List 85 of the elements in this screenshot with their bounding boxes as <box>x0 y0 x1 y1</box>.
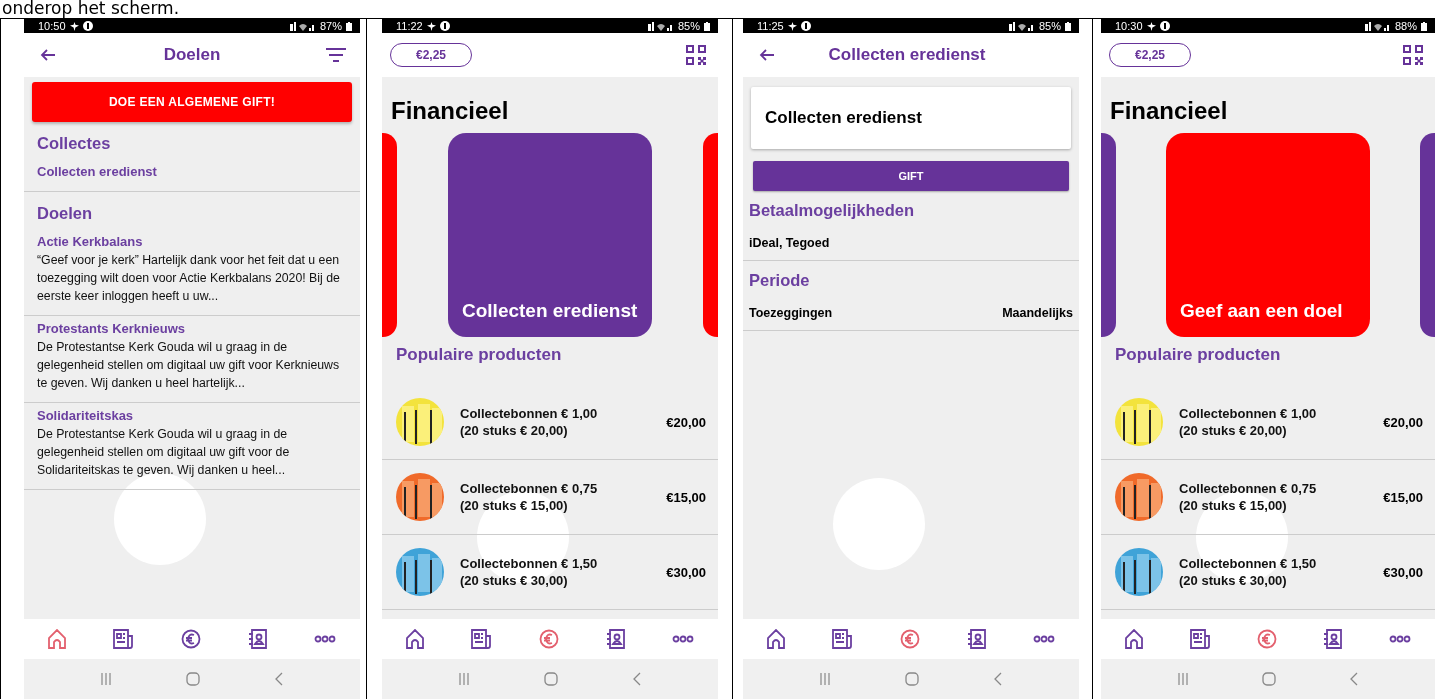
product-price: €15,00 <box>666 489 706 505</box>
notification-icon <box>787 21 797 31</box>
back-icon[interactable] <box>632 672 641 686</box>
goal-title[interactable]: Protestants Kerknieuws <box>37 321 347 336</box>
status-time: 10:50 <box>38 20 66 32</box>
section-heading: Populaire producten <box>395 344 563 366</box>
balance-button[interactable]: €2,25 <box>390 43 472 67</box>
notification-icon <box>1146 21 1156 31</box>
signal-icon <box>647 21 674 31</box>
home-icon[interactable] <box>905 672 919 686</box>
home-icon[interactable] <box>1262 672 1276 686</box>
qr-code-icon[interactable] <box>686 45 706 65</box>
battery-icon <box>1421 21 1427 31</box>
general-gift-button[interactable]: DOE EEN ALGEMENE GIFT! <box>32 82 352 122</box>
status-time: 10:30 <box>1115 20 1143 32</box>
product-detail: (20 stuks € 20,00) <box>460 422 569 439</box>
back-icon[interactable] <box>1350 672 1358 686</box>
section-heading: Collectes <box>36 133 112 154</box>
product-price: €30,00 <box>666 564 706 580</box>
balance-button[interactable]: €2,25 <box>1109 43 1191 67</box>
goal-description: “Geef voor je kerk” Hartelijk dank voor het feit dat u een toezegging wilt doen voor Actie Kerkbalans 2020! Bij de eerste keer inloggen heeft u uw... <box>37 252 341 305</box>
back-icon[interactable] <box>993 672 1002 686</box>
category-card[interactable]: Geef aan een doel <box>1166 133 1370 337</box>
signal-icon <box>289 21 316 31</box>
row-label: iDeal, Tegoed <box>749 236 830 250</box>
product-detail: (20 stuks € 15,00) <box>1179 497 1288 514</box>
screen-title: Collecten eredienst <box>828 45 986 65</box>
page-title: Financieel <box>390 96 510 126</box>
product-detail: (20 stuks € 15,00) <box>460 497 569 514</box>
next-card[interactable] <box>1420 133 1435 337</box>
home-icon[interactable] <box>186 672 200 686</box>
product-price: €20,00 <box>666 414 706 430</box>
card-label: Collecten eredienst <box>462 299 638 323</box>
row-label: Toezeggingen <box>749 306 833 320</box>
battery-percent: 87% <box>319 20 342 32</box>
goal-title[interactable]: Actie Kerkbalans <box>37 234 347 249</box>
back-icon[interactable] <box>274 672 283 686</box>
product-name: Collectebonnen € 1,00 <box>1179 405 1318 422</box>
home-icon[interactable] <box>544 672 558 686</box>
back-arrow-icon <box>40 49 56 61</box>
product-detail: (20 stuks € 30,00) <box>1179 572 1288 589</box>
product-name: Collectebonnen € 1,00 <box>460 405 599 422</box>
section-heading: Periode <box>748 270 811 291</box>
goal-description: De Protestantse Kerk Gouda wil u graag in de gelegenheid stellen om digitaal uw gift voor Kerknieuws te geven. Wij danken u heel hartelijk... <box>37 339 341 392</box>
section-heading: Betaalmogelijkheden <box>748 200 916 221</box>
filter-icon <box>326 48 346 62</box>
goal-title[interactable]: Collecten eredienst <box>37 164 347 179</box>
page-title: Financieel <box>1109 96 1229 126</box>
card-label: Geef aan een doel <box>1180 299 1343 323</box>
back-arrow-icon <box>759 49 775 61</box>
battery-icon <box>1065 21 1071 31</box>
product-detail: (20 stuks € 20,00) <box>1179 422 1288 439</box>
screen-title: Doelen <box>163 45 221 65</box>
product-price: €15,00 <box>1383 489 1423 505</box>
signal-icon <box>1008 21 1035 31</box>
product-price: €20,00 <box>1383 414 1423 430</box>
battery-icon <box>346 21 352 31</box>
battery-icon <box>704 21 710 31</box>
status-time: 11:22 <box>396 20 423 32</box>
battery-percent: 85% <box>1038 20 1061 32</box>
status-time: 11:25 <box>757 20 784 32</box>
product-price: €30,00 <box>1383 564 1423 580</box>
category-card[interactable]: Collecten eredienst <box>448 133 652 337</box>
section-heading: Doelen <box>36 203 93 224</box>
product-name: Collectebonnen € 1,50 <box>460 555 599 572</box>
gift-button[interactable]: GIFT <box>753 161 1069 191</box>
signal-icon <box>1364 21 1391 31</box>
row-value: Maandelijks <box>1002 306 1073 320</box>
product-name: Collectebonnen € 1,50 <box>1179 555 1318 572</box>
section-heading: Populaire producten <box>1114 344 1282 366</box>
product-name: Collectebonnen € 0,75 <box>1179 480 1318 497</box>
product-detail: (20 stuks € 30,00) <box>460 572 569 589</box>
battery-percent: 85% <box>677 20 700 32</box>
card-title: Collecten eredienst <box>765 108 922 128</box>
next-card[interactable] <box>703 133 718 337</box>
previous-card[interactable] <box>1101 133 1116 337</box>
previous-card[interactable] <box>382 133 397 337</box>
goal-description: De Protestantse Kerk Gouda wil u graag in de gelegenheid stellen om digitaal uw gift voor de Solidariteitskas te geven. Wij danken u heel... <box>37 426 291 479</box>
battery-percent: 88% <box>1394 20 1417 32</box>
caption-text: onderop het scherm. <box>1 0 181 18</box>
product-name: Collectebonnen € 0,75 <box>460 480 599 497</box>
goal-title[interactable]: Solidariteitskas <box>37 408 347 423</box>
notification-icon <box>426 21 436 31</box>
notification-icon <box>69 21 79 31</box>
qr-code-icon[interactable] <box>1403 45 1423 65</box>
